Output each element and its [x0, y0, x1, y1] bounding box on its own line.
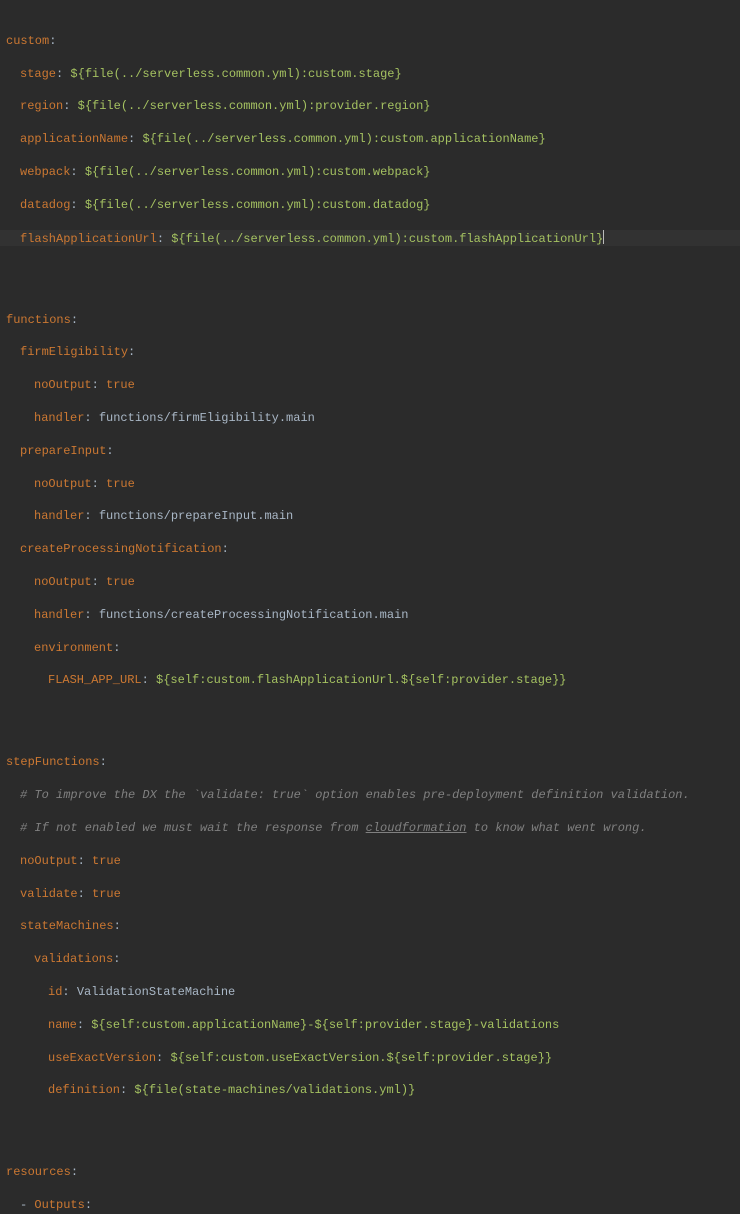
code-line[interactable]: firmEligibility: [0, 344, 740, 360]
yaml-value: ${file(../serverless.common.yml):custom.… [85, 198, 431, 212]
yaml-value: functions/createProcessingNotification.m… [99, 608, 409, 622]
code-line[interactable]: resources: [0, 1164, 740, 1180]
yaml-key: validate [20, 887, 78, 901]
yaml-key: handler [34, 608, 84, 622]
yaml-key: prepareInput [20, 444, 106, 458]
code-line[interactable]: handler: functions/prepareInput.main [0, 508, 740, 524]
code-line[interactable]: stateMachines: [0, 918, 740, 934]
code-line[interactable]: definition: ${file(state-machines/valida… [0, 1082, 740, 1098]
code-line[interactable]: functions: [0, 312, 740, 328]
code-line[interactable]: noOutput: true [0, 377, 740, 393]
code-line[interactable]: createProcessingNotification: [0, 541, 740, 557]
yaml-key: handler [34, 411, 84, 425]
code-line[interactable]: custom: [0, 33, 740, 49]
yaml-key: flashApplicationUrl [20, 232, 157, 246]
yaml-key: noOutput [34, 477, 92, 491]
yaml-key: functions [6, 313, 71, 327]
yaml-key: webpack [20, 165, 70, 179]
yaml-key: useExactVersion [48, 1051, 156, 1065]
yaml-key: environment [34, 641, 113, 655]
yaml-key: custom [6, 34, 49, 48]
yaml-key: resources [6, 1165, 71, 1179]
code-line[interactable]: datadog: ${file(../serverless.common.yml… [0, 197, 740, 213]
yaml-comment-link: cloudformation [366, 821, 467, 835]
yaml-value: functions/firmEligibility.main [99, 411, 315, 425]
yaml-value: ${file(../serverless.common.yml):custom.… [85, 165, 431, 179]
yaml-key: applicationName [20, 132, 128, 146]
yaml-key: datadog [20, 198, 70, 212]
code-line[interactable]: noOutput: true [0, 853, 740, 869]
yaml-key: noOutput [20, 854, 78, 868]
yaml-value: true [106, 575, 135, 589]
yaml-comment: # To improve the DX the `validate: true`… [20, 788, 690, 802]
code-line[interactable]: webpack: ${file(../serverless.common.yml… [0, 164, 740, 180]
yaml-key: region [20, 99, 63, 113]
code-line-blank[interactable] [0, 705, 740, 721]
code-line[interactable]: stage: ${file(../serverless.common.yml):… [0, 66, 740, 82]
yaml-key: noOutput [34, 575, 92, 589]
code-line[interactable]: noOutput: true [0, 476, 740, 492]
yaml-key: name [48, 1018, 77, 1032]
text-cursor [603, 230, 604, 244]
yaml-key: FLASH_APP_URL [48, 673, 142, 687]
yaml-value: ${self:custom.flashApplicationUrl.${self… [156, 673, 566, 687]
yaml-value: ${file(../serverless.common.yml):provide… [78, 99, 431, 113]
code-line-active[interactable]: flashApplicationUrl: ${file(../serverles… [0, 230, 740, 246]
code-line[interactable]: # If not enabled we must wait the respon… [0, 820, 740, 836]
code-line[interactable]: FLASH_APP_URL: ${self:custom.flashApplic… [0, 672, 740, 688]
code-line-blank[interactable] [0, 1115, 740, 1131]
yaml-key: stateMachines [20, 919, 114, 933]
yaml-value: ${file(../serverless.common.yml):custom.… [171, 232, 603, 246]
code-line[interactable]: handler: functions/createProcessingNotif… [0, 607, 740, 623]
code-line[interactable]: # To improve the DX the `validate: true`… [0, 787, 740, 803]
yaml-key: noOutput [34, 378, 92, 392]
yaml-key: firmEligibility [20, 345, 128, 359]
code-line[interactable]: name: ${self:custom.applicationName}-${s… [0, 1017, 740, 1033]
yaml-key: Outputs [34, 1198, 84, 1212]
code-line[interactable]: - Outputs: [0, 1197, 740, 1213]
yaml-value: ${self:custom.useExactVersion.${self:pro… [170, 1051, 552, 1065]
yaml-key: stage [20, 67, 56, 81]
yaml-key: createProcessingNotification [20, 542, 222, 556]
code-line[interactable]: noOutput: true [0, 574, 740, 590]
yaml-key: handler [34, 509, 84, 523]
yaml-value: ${file(../serverless.common.yml):custom.… [142, 132, 545, 146]
yaml-value: functions/prepareInput.main [99, 509, 293, 523]
yaml-value: ${file(state-machines/validations.yml)} [134, 1083, 415, 1097]
code-line[interactable]: environment: [0, 640, 740, 656]
yaml-comment: # If not enabled we must wait the respon… [20, 821, 366, 835]
yaml-key: stepFunctions [6, 755, 100, 769]
yaml-value: ValidationStateMachine [77, 985, 235, 999]
yaml-value: true [92, 854, 121, 868]
code-line[interactable]: region: ${file(../serverless.common.yml)… [0, 98, 740, 114]
code-line[interactable]: stepFunctions: [0, 754, 740, 770]
yaml-value: true [106, 378, 135, 392]
code-line[interactable]: applicationName: ${file(../serverless.co… [0, 131, 740, 147]
code-line[interactable]: useExactVersion: ${self:custom.useExactV… [0, 1050, 740, 1066]
code-line[interactable]: prepareInput: [0, 443, 740, 459]
yaml-key: validations [34, 952, 113, 966]
code-line[interactable]: validate: true [0, 886, 740, 902]
code-line-blank[interactable] [0, 262, 740, 278]
yaml-value: true [92, 887, 121, 901]
yaml-key: definition [48, 1083, 120, 1097]
code-line[interactable]: handler: functions/firmEligibility.main [0, 410, 740, 426]
yaml-value: ${self:custom.applicationName}-${self:pr… [91, 1018, 559, 1032]
code-editor[interactable]: custom: stage: ${file(../serverless.comm… [0, 0, 740, 1214]
yaml-value: ${file(../serverless.common.yml):custom.… [70, 67, 401, 81]
yaml-key: id [48, 985, 62, 999]
code-line[interactable]: validations: [0, 951, 740, 967]
yaml-value: true [106, 477, 135, 491]
code-line[interactable]: id: ValidationStateMachine [0, 984, 740, 1000]
yaml-comment: to know what went wrong. [466, 821, 646, 835]
